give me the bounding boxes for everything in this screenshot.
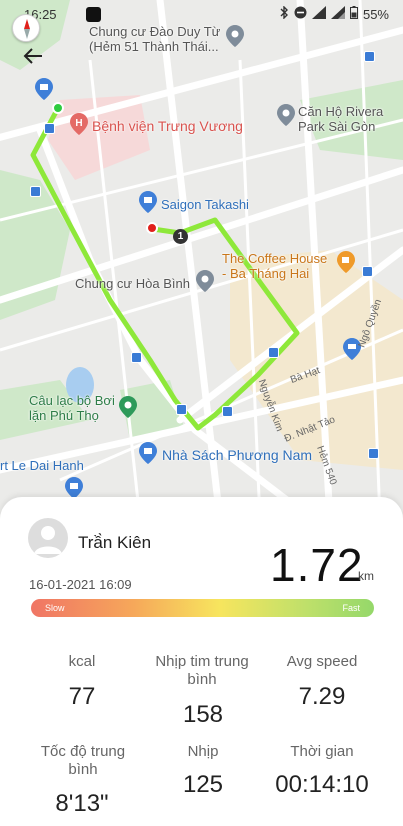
poi-nha-sach[interactable]: Nhà Sách Phương Nam — [162, 448, 312, 463]
bus-stop-icon[interactable] — [44, 123, 55, 134]
distance-unit: km — [358, 569, 374, 583]
stat-kcal-value: 77 — [68, 683, 96, 710]
do-not-disturb-icon — [294, 6, 307, 22]
bus-stop-icon[interactable] — [362, 266, 373, 277]
coffee-icon[interactable] — [337, 251, 355, 273]
stat-duration-value: 00:14:10 — [275, 771, 369, 798]
bus-stop-icon[interactable] — [176, 404, 187, 415]
sports-icon[interactable] — [119, 396, 137, 418]
shopping-icon[interactable] — [139, 442, 157, 464]
poi-le-dai-hanh[interactable]: rt Le Dai Hanh — [0, 458, 84, 473]
workout-datetime: 16-01-2021 16:09 — [29, 577, 132, 592]
poi-benh-vien[interactable]: Bệnh viện Trưng Vương — [92, 119, 243, 134]
stat-pace-value: 8'13" — [55, 790, 109, 817]
stat-pace-label: Tốc độ trung bình — [40, 743, 126, 778]
route-step-marker: 1 — [173, 229, 188, 244]
poi-cau-lac-bo[interactable]: Câu lạc bộ Bơi lặn Phú Thọ — [29, 393, 115, 423]
speed-slow-label: Slow — [45, 603, 65, 613]
bus-stop-icon[interactable] — [30, 186, 41, 197]
cellular-signal-icon — [330, 6, 345, 22]
speed-fast-label: Fast — [342, 603, 360, 613]
bus-stop-icon[interactable] — [368, 448, 379, 459]
battery-percent: 55% — [362, 6, 389, 22]
stat-heart-rate-label: Nhịp tim trung bình — [155, 653, 249, 688]
status-bar: 16:25 55% — [0, 0, 403, 30]
shopping-icon[interactable] — [139, 191, 157, 213]
bus-stop-icon[interactable] — [364, 51, 375, 62]
shopping-icon[interactable] — [35, 78, 53, 100]
wifi-signal-icon — [311, 6, 326, 22]
poi-saigon-takashi[interactable]: Saigon Takashi — [161, 197, 249, 212]
place-icon[interactable] — [196, 270, 214, 292]
battery-icon — [349, 6, 358, 22]
hospital-icon[interactable]: H — [70, 113, 88, 135]
stat-avg-speed-value: 7.29 — [298, 683, 346, 710]
route-start-marker — [52, 102, 64, 114]
svg-text:H: H — [75, 118, 82, 129]
bus-stop-icon[interactable] — [268, 347, 279, 358]
stat-cadence-label: Nhịp — [187, 743, 219, 760]
stat-avg-speed-label: Avg speed — [286, 653, 358, 670]
compass-icon[interactable] — [12, 14, 40, 42]
back-arrow-icon[interactable] — [22, 45, 50, 69]
stat-heart-rate-value: 158 — [182, 701, 224, 728]
screen-record-icon — [86, 7, 101, 22]
route-map[interactable]: 1 H Chung cư Đào Duy Từ (Hẻm 51 Thành Th… — [0, 0, 403, 520]
distance-value: 1.72 — [270, 539, 364, 591]
shopping-icon[interactable] — [65, 477, 83, 499]
stat-cadence-value: 125 — [182, 771, 224, 798]
speed-gradient-bar: Slow Fast — [31, 599, 374, 617]
user-name: Trầ̀n Kiên — [78, 533, 152, 552]
poi-coffee-house[interactable]: The Coffee House - Ba Tháng Hai — [222, 251, 327, 281]
bus-stop-icon[interactable] — [131, 352, 142, 363]
avatar[interactable] — [28, 518, 68, 558]
bluetooth-icon — [279, 5, 289, 22]
stat-duration-label: Thời gian — [290, 743, 354, 760]
poi-can-ho-rivera[interactable]: Căn Hộ Rivera Park Sài Gòn — [298, 104, 383, 134]
poi-chung-cu-hoa-binh[interactable]: Chung cư Hòa Bình — [75, 276, 190, 291]
place-icon[interactable] — [277, 104, 295, 126]
route-end-marker — [146, 222, 158, 234]
stat-kcal-label: kcal — [68, 653, 96, 670]
bus-stop-icon[interactable] — [222, 406, 233, 417]
